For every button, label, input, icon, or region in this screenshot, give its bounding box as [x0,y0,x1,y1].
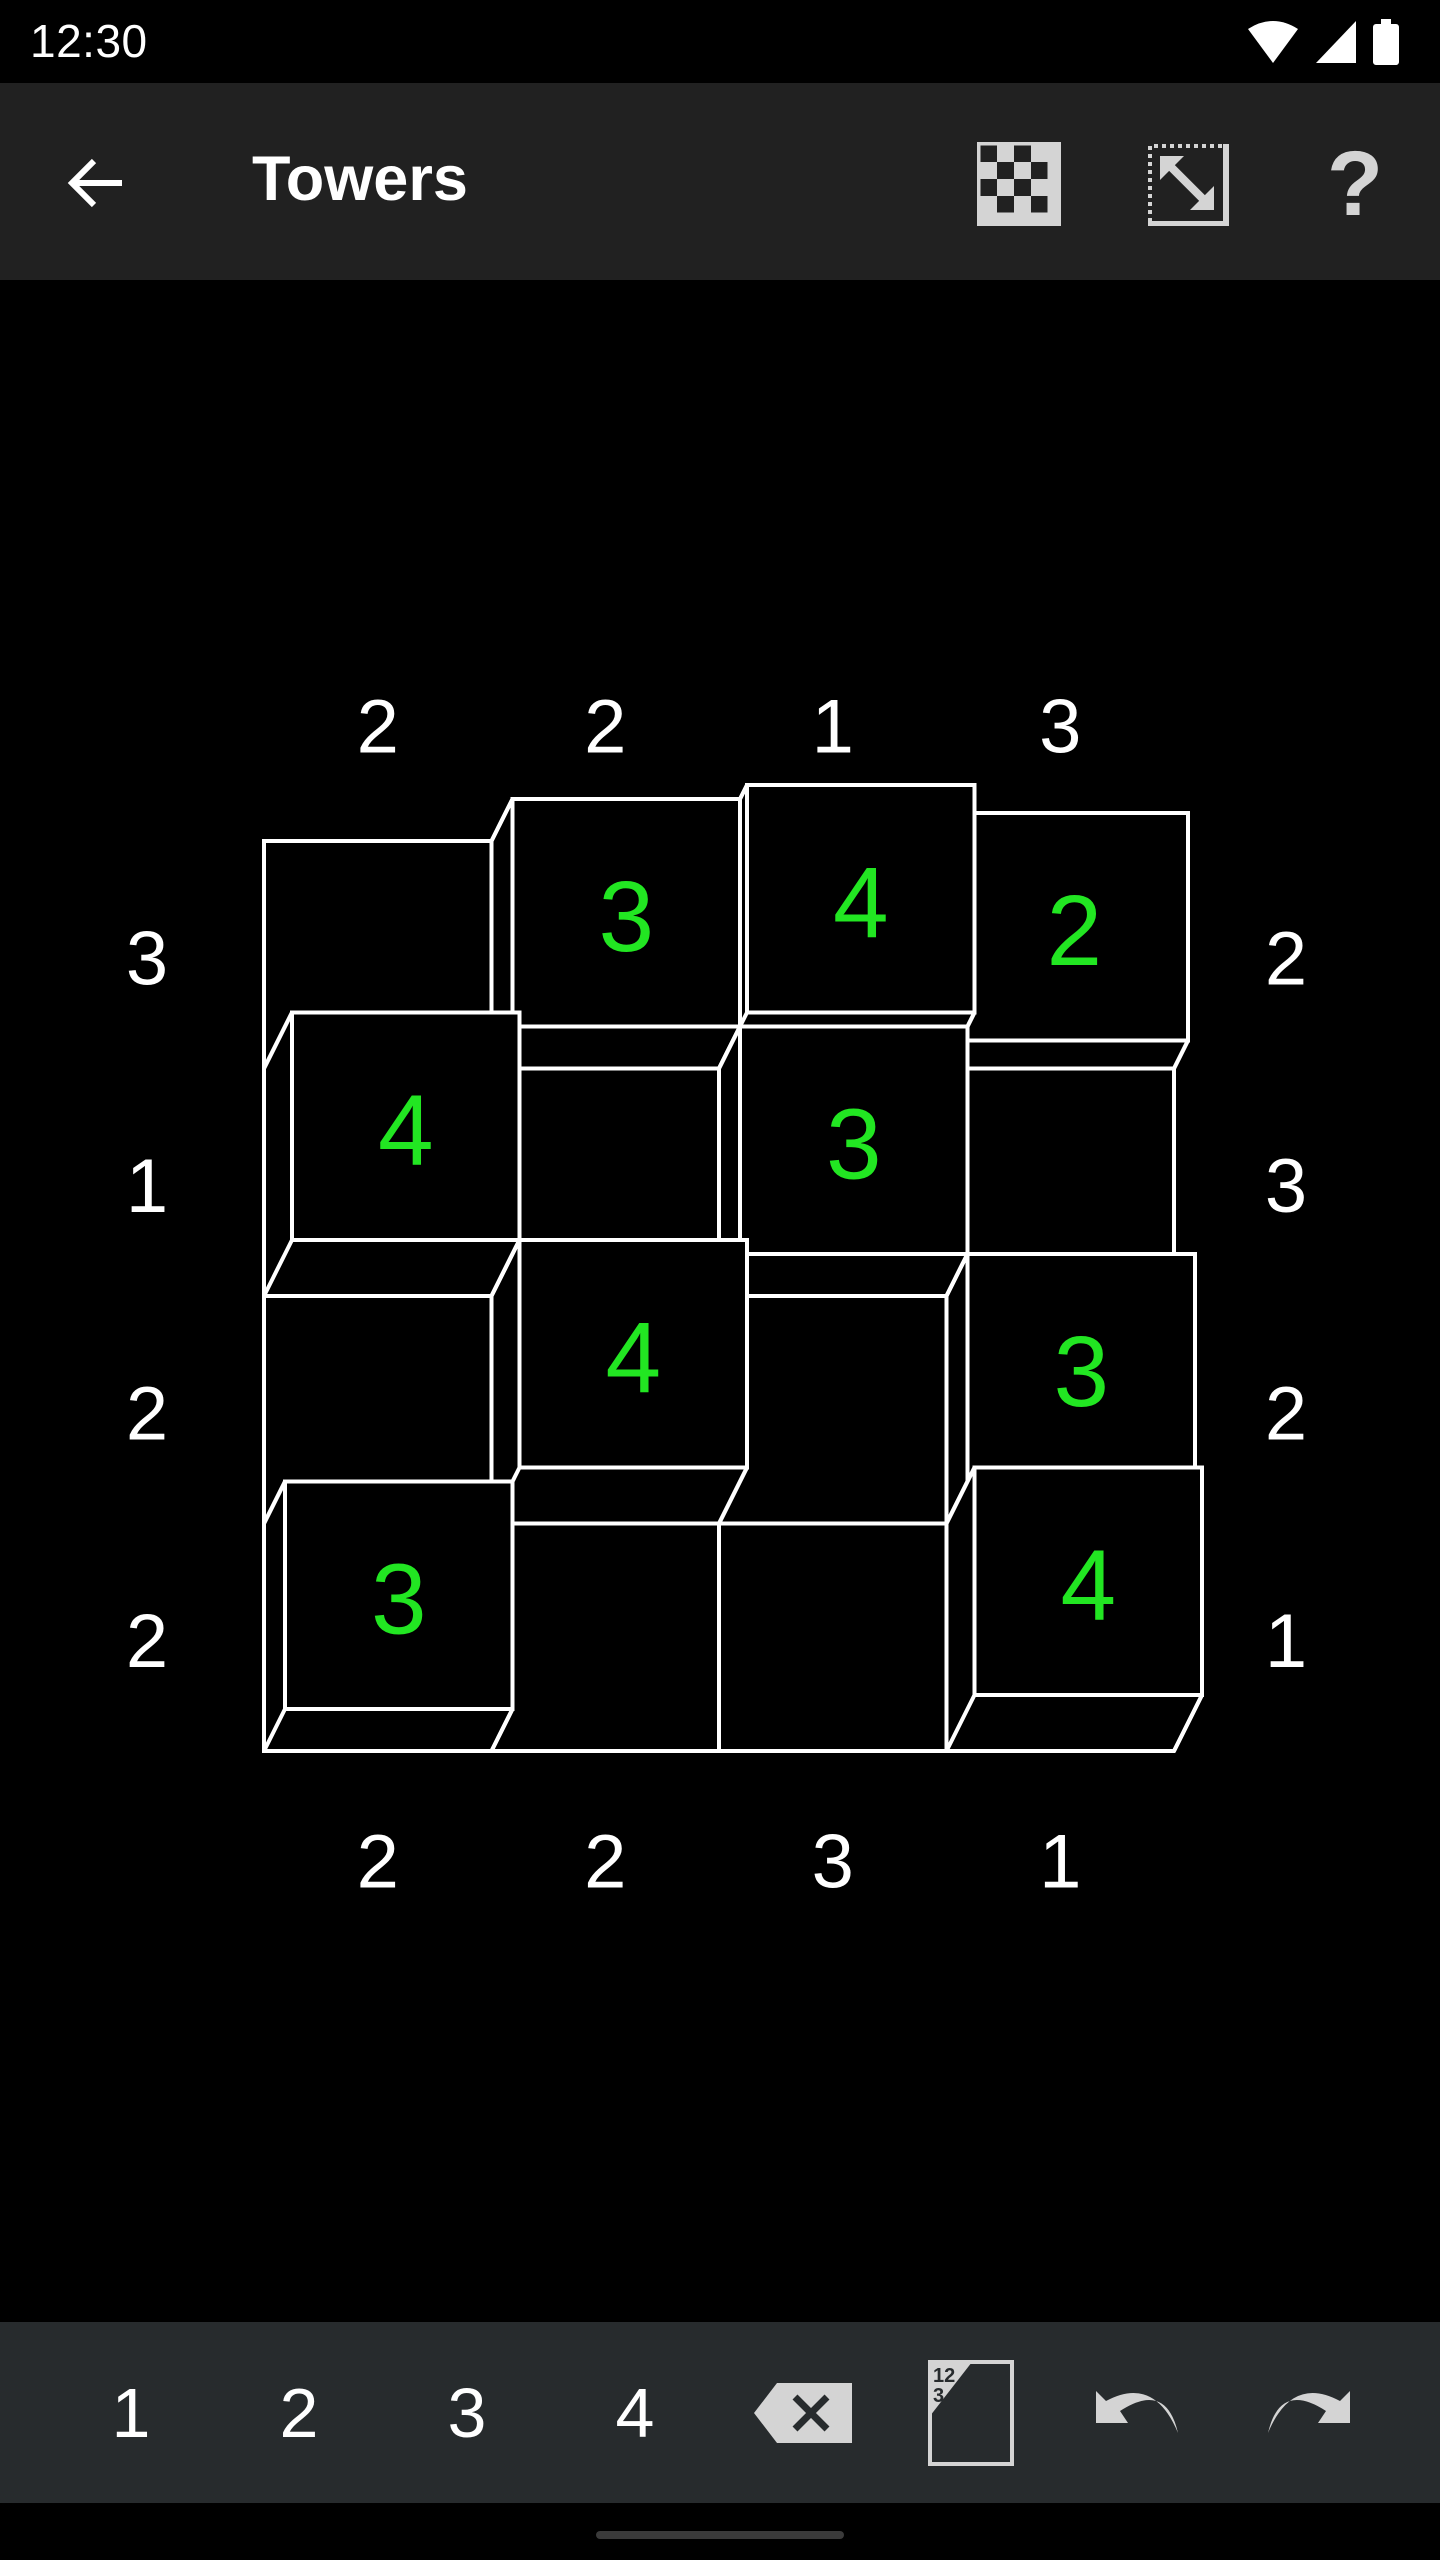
digit-key-2[interactable]: 2 [224,2322,374,2503]
battery-icon [1373,19,1399,65]
erase-button[interactable] [728,2322,878,2503]
redo-button[interactable] [1232,2322,1382,2503]
digit-label: 1 [111,2373,151,2452]
tower-cell[interactable] [717,1521,949,1753]
cell-value: 4 [378,1074,434,1186]
puzzle-board: 2 2 1 3 2 2 3 1 3 1 2 2 2 3 2 1 2 4 3 3 4 3 4 4 3 [0,280,1440,2322]
clue-bottom-3: 3 [812,1820,854,1905]
clue-left-3: 2 [126,1372,168,1457]
status-icons [1246,18,1400,66]
board-canvas[interactable]: 2 2 1 3 2 2 3 1 3 1 2 2 2 3 2 1 2 4 3 3 4 3 4 4 3 [0,280,1440,2322]
digit-key-1[interactable]: 1 [56,2322,206,2503]
tower-cell[interactable]: 3 [262,1479,515,1753]
app-title: Towers [252,144,468,214]
new-game-button[interactable] [964,129,1074,239]
redo-icon [1268,2390,1350,2433]
tower-cell[interactable]: 3 [717,1024,970,1298]
wifi-icon [1248,21,1298,63]
digit-label: 4 [615,2373,655,2452]
cell-value: 3 [371,1543,427,1655]
tower-cell[interactable]: 2 [944,811,1190,1071]
cell-value: 4 [833,847,889,959]
cell-signal-icon [1316,21,1356,63]
cell-value: 3 [826,1088,882,1200]
resize-button[interactable] [1133,129,1243,239]
svg-text:3: 3 [933,2385,944,2407]
tower-cell[interactable]: 4 [944,1465,1204,1753]
svg-text:12: 12 [933,2365,955,2387]
expand-icon [1148,144,1229,226]
digit-key-4[interactable]: 4 [560,2322,710,2503]
clue-top-2: 2 [584,685,626,770]
digit-key-3[interactable]: 3 [392,2322,542,2503]
empty-cell [489,1521,721,1753]
input-bar: 1 2 3 4 12 3 [0,2322,1440,2503]
clue-top-1: 2 [357,685,399,770]
clue-right-1: 2 [1265,917,1307,1002]
tower-cell[interactable]: 3 [489,797,742,1071]
cell-value: 2 [1046,875,1102,987]
clue-right-2: 3 [1265,1144,1307,1229]
clue-left-1: 3 [126,917,168,1002]
status-bar: 12:30 [0,0,1440,83]
gesture-nav-handle[interactable] [596,2531,844,2539]
backspace-icon [754,2382,852,2443]
cell-value: 3 [598,861,654,973]
back-button[interactable] [48,135,144,231]
clue-right-4: 1 [1265,1599,1307,1684]
tower-cell[interactable] [489,1521,721,1753]
cell-value: 3 [1053,1316,1109,1428]
status-time: 12:30 [30,15,148,67]
tower-cell[interactable]: 4 [489,1238,749,1526]
notes-mode-button[interactable]: 12 3 [896,2322,1046,2503]
tower-cell[interactable]: 4 [262,1010,522,1298]
undo-icon [1096,2390,1178,2433]
pencil-marks-icon: 12 3 [928,2359,1014,2466]
empty-cell [717,1294,949,1526]
clue-bottom-1: 2 [357,1820,399,1905]
empty-cell [717,1521,949,1753]
digit-label: 3 [447,2373,487,2452]
digit-label: 2 [279,2373,319,2452]
cell-value: 4 [1060,1529,1116,1641]
undo-button[interactable] [1064,2322,1214,2503]
clue-top-3: 1 [812,685,854,770]
help-button[interactable]: ? [1300,129,1410,239]
checkerboard-icon [977,142,1061,226]
app-bar: Towers ? [0,83,1440,280]
arrow-back-icon [67,158,122,208]
tower-cell[interactable] [717,1294,949,1526]
help-icon: ? [1326,132,1384,235]
clue-top-4: 3 [1039,685,1081,770]
clue-bottom-2: 2 [584,1820,626,1905]
clue-bottom-4: 1 [1039,1820,1081,1905]
clue-left-2: 1 [126,1144,168,1229]
cell-value: 4 [605,1302,661,1414]
clue-left-4: 2 [126,1599,168,1684]
clue-right-3: 2 [1265,1372,1307,1457]
